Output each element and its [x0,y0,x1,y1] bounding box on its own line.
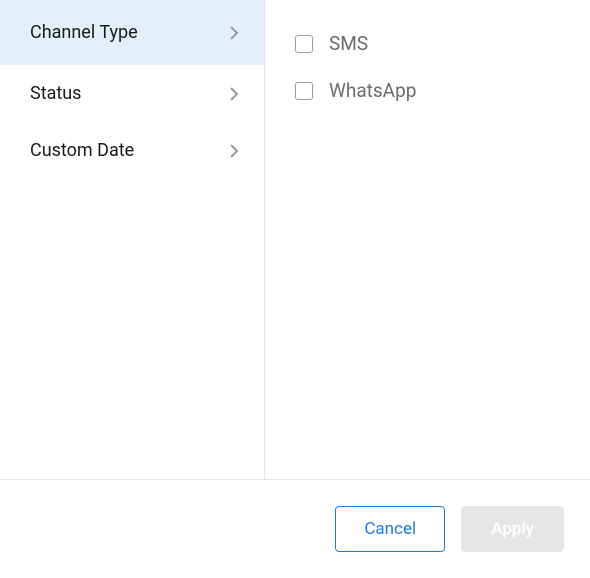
checkbox-icon[interactable] [295,35,313,53]
sidebar-item-label: Channel Type [30,22,138,43]
chevron-right-icon [226,86,242,102]
options-panel: SMS WhatsApp [265,0,590,479]
sidebar: Channel Type Status Custom Date [0,0,265,479]
cancel-button[interactable]: Cancel [335,506,445,552]
chevron-right-icon [226,25,242,41]
sidebar-item-label: Status [30,83,81,104]
sidebar-item-custom-date[interactable]: Custom Date [0,122,264,179]
footer: Cancel Apply [0,479,590,578]
option-label: SMS [329,32,368,55]
filter-panel: Channel Type Status Custom Date SMS What… [0,0,590,479]
sidebar-item-status[interactable]: Status [0,65,264,122]
checkbox-icon[interactable] [295,82,313,100]
sidebar-item-label: Custom Date [30,140,134,161]
sidebar-item-channel-type[interactable]: Channel Type [0,0,264,65]
option-label: WhatsApp [329,79,416,102]
apply-button: Apply [461,506,564,552]
option-sms[interactable]: SMS [295,20,590,67]
option-whatsapp[interactable]: WhatsApp [295,67,590,114]
chevron-right-icon [226,143,242,159]
